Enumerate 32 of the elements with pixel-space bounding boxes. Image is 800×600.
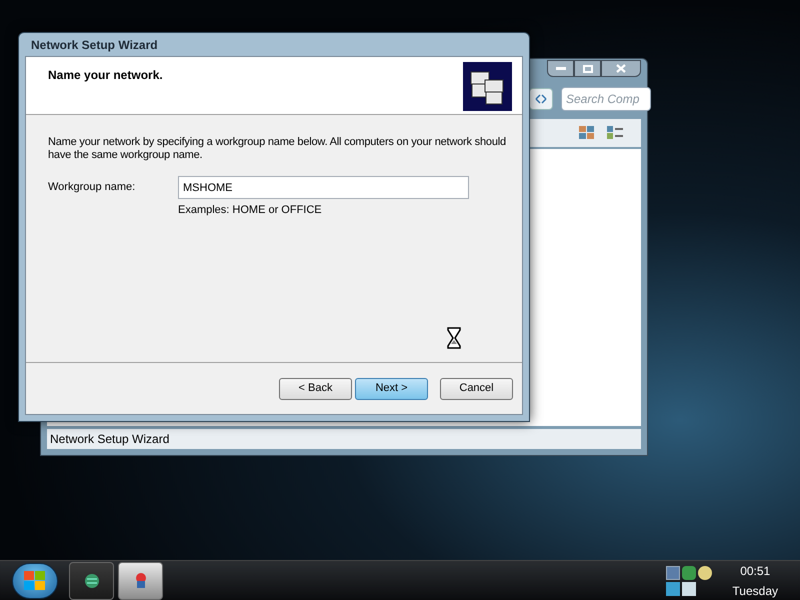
tray-app-icon[interactable]	[666, 566, 680, 580]
globe-icon	[84, 572, 100, 588]
wizard-button[interactable]: Cancel	[440, 378, 513, 400]
hourglass-cursor-icon	[447, 326, 461, 348]
wizard-button[interactable]: < Back	[279, 378, 352, 400]
clock-day: Tuesday	[732, 580, 778, 600]
clock-time: 00:51	[740, 562, 770, 580]
windows-logo-icon	[24, 570, 46, 590]
field-hint: Examples: HOME or OFFICE	[178, 203, 323, 218]
minimize-button[interactable]	[547, 60, 574, 77]
start-button[interactable]	[12, 562, 58, 598]
close-button[interactable]	[601, 60, 641, 77]
search-field[interactable]: Search Comp	[561, 87, 651, 111]
tray-app-icon[interactable]	[666, 582, 680, 596]
status-text: Network Setup Wizard	[50, 431, 170, 448]
taskbar-button[interactable]	[118, 562, 163, 600]
page-heading: Name your network.	[48, 67, 163, 84]
workgroup-name-field[interactable]: MSHOME	[178, 176, 469, 199]
view-icon	[579, 126, 595, 140]
field-label: Workgroup name:	[48, 180, 136, 196]
maximize-icon	[582, 64, 592, 72]
tray-app-icon[interactable]	[682, 582, 696, 596]
wizard-button[interactable]: Next >	[355, 378, 428, 400]
refresh-button[interactable]	[529, 88, 553, 110]
details-view-icon	[607, 126, 623, 140]
networked-computers-icon	[463, 62, 512, 111]
instruction-text: Name your network by specifying a workgroup name below. All computers on your network should have the same workgroup name.	[48, 136, 507, 162]
close-icon	[616, 64, 626, 73]
window-title: Network Setup Wizard	[31, 36, 158, 54]
maximize-button[interactable]	[574, 60, 601, 77]
minimize-icon	[556, 67, 566, 70]
taskbar-button[interactable]	[69, 562, 114, 600]
